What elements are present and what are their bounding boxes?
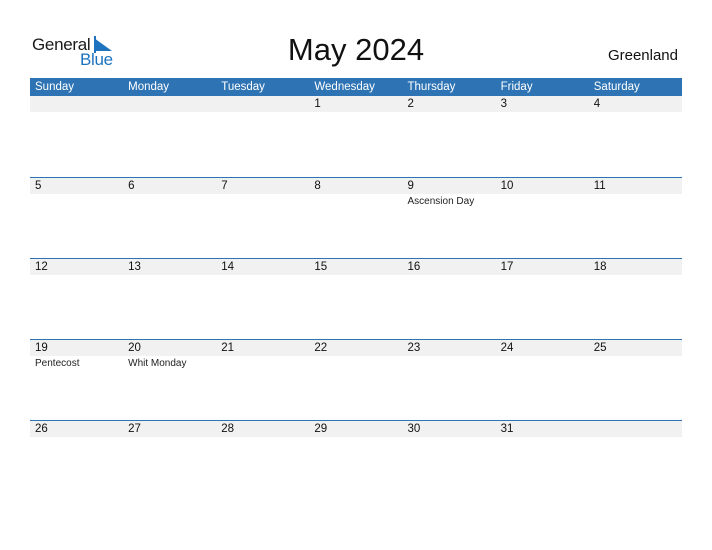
holiday-label [309,112,402,113]
holiday-label [309,437,402,438]
holiday-label [403,275,496,276]
week-row: 5 6 7 8 9 10 11 Ascension Day [30,177,682,258]
day-number-strip: 12 13 14 15 16 17 18 [30,259,682,275]
holiday-label [589,275,682,276]
holiday-label [496,275,589,276]
events-row: Pentecost Whit Monday [30,356,682,370]
day-number: 25 [593,342,607,354]
holiday-label [496,356,589,370]
holiday-label [216,356,309,370]
day-number: 21 [221,342,235,354]
day-number: 23 [407,342,421,354]
day-number-strip: 26 27 28 29 30 31 [30,421,682,437]
day-number: 19 [35,342,48,354]
holiday-label [496,194,589,208]
holiday-label [309,275,402,276]
holiday-label: Pentecost [35,358,80,369]
day-number: 26 [35,423,48,435]
calendar-grid: Sunday Monday Tuesday Wednesday Thursday… [30,78,682,501]
holiday-label [589,437,682,438]
holiday-label: Whit Monday [128,358,187,369]
page-title: May 2024 [287,32,425,67]
day-number: 29 [314,423,328,435]
day-number: 18 [593,261,607,273]
day-number: 11 [593,180,606,192]
day-number: 8 [314,180,321,192]
events-row [30,112,682,113]
events-row [30,275,682,276]
weekday-header: Sunday Monday Tuesday Wednesday Thursday… [30,78,682,96]
weekday-sunday: Sunday [35,81,75,93]
holiday-label [123,112,216,113]
day-number: 12 [35,261,48,273]
weekday-saturday: Saturday [593,81,640,93]
weekday-thursday: Thursday [407,81,456,93]
day-number [30,96,123,112]
holiday-label [403,356,496,370]
holiday-label [216,437,309,438]
day-number: 31 [500,423,514,435]
day-number-strip: 1 2 3 4 [30,96,682,112]
day-number: 10 [500,180,514,192]
holiday-label [309,356,402,370]
holiday-label [123,194,216,208]
day-number: 9 [407,180,414,192]
day-number [216,96,309,112]
events-row [30,437,682,438]
day-number: 24 [500,342,514,354]
holiday-label [30,275,123,276]
day-number-strip: 5 6 7 8 9 10 11 [30,178,682,194]
day-number [589,421,682,437]
holiday-label [30,437,123,438]
day-number: 17 [500,261,514,273]
weekday-friday: Friday [500,81,533,93]
day-number: 28 [221,423,235,435]
events-row: Ascension Day [30,194,682,208]
day-number: 5 [35,180,42,192]
day-number [123,96,216,112]
day-number: 22 [314,342,328,354]
day-number: 14 [221,261,235,273]
holiday-label [403,437,496,438]
week-row: 26 27 28 29 30 31 [30,420,682,501]
holiday-label [30,194,123,208]
weekday-monday: Monday [128,81,170,93]
holiday-label [123,275,216,276]
holiday-label [216,194,309,208]
weekday-tuesday: Tuesday [221,81,265,93]
holiday-label [589,356,682,370]
week-row: 12 13 14 15 16 17 18 [30,258,682,339]
holiday-label [496,112,589,113]
day-number: 7 [221,180,228,192]
day-number: 3 [500,98,508,110]
day-number: 16 [407,261,421,273]
holiday-label [216,112,309,113]
holiday-label [496,437,589,438]
day-number: 6 [128,180,135,192]
holiday-label [216,275,309,276]
holiday-label [30,112,123,113]
day-number: 27 [128,423,141,435]
day-number: 4 [593,98,601,110]
holiday-label [589,112,682,113]
day-number: 13 [128,261,141,273]
holiday-label [123,437,216,438]
holiday-label [309,194,402,208]
holiday-label [589,194,682,208]
week-row: 1 2 3 4 [30,96,682,177]
weekday-wednesday: Wednesday [314,81,375,93]
day-number: 20 [128,342,141,354]
day-number: 30 [407,423,421,435]
holiday-label: Ascension Day [407,196,475,207]
country-label: Greenland [607,47,678,64]
week-row: 19 20 21 22 23 24 25 Pentecost Whit Monday [30,339,682,420]
day-number: 15 [314,261,328,273]
holiday-label [403,112,496,113]
day-number: 1 [314,98,321,110]
day-number: 2 [407,98,414,110]
day-number-strip: 19 20 21 22 23 24 25 [30,340,682,356]
